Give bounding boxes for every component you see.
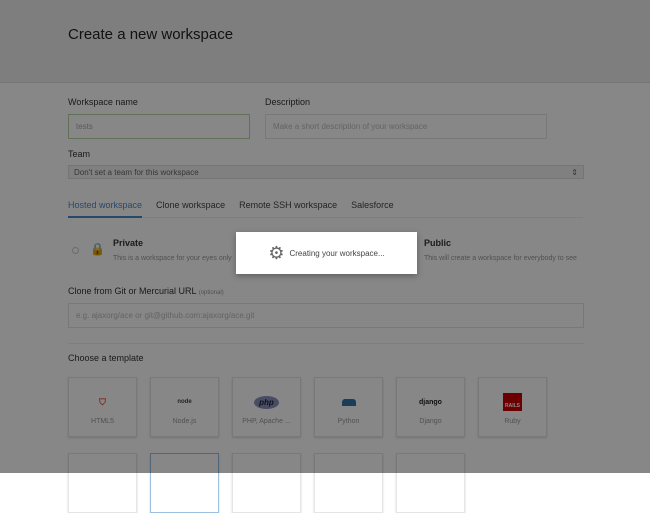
creating-status-text: Creating your workspace... — [289, 248, 385, 258]
gear-icon: ⚙ — [268, 242, 285, 263]
creating-workspace-dialog: ⚙ Creating your workspace... — [236, 232, 417, 274]
